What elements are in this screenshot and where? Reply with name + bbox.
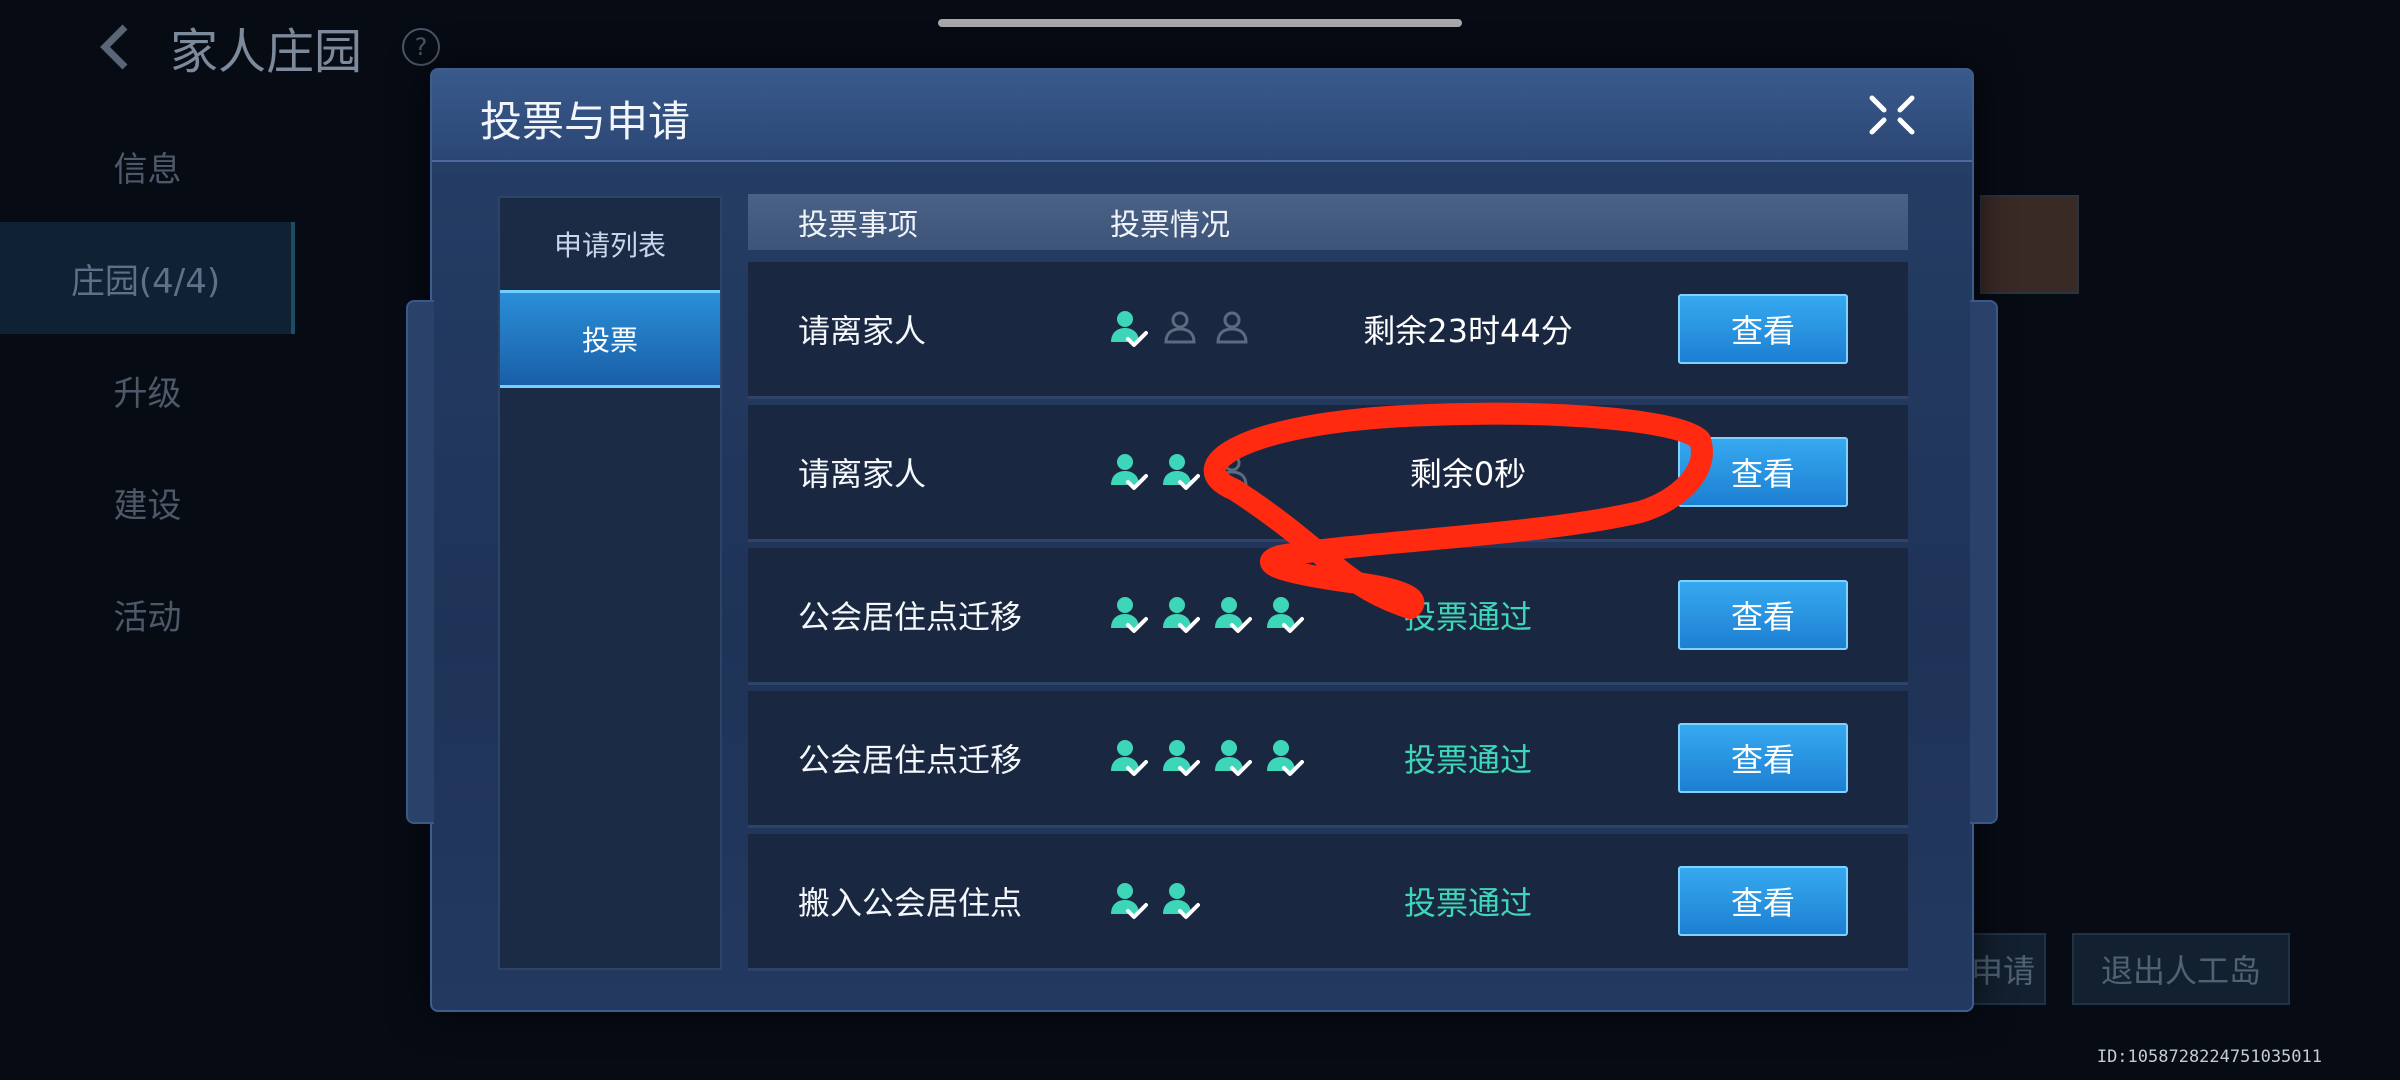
background-nav: 信息 庄园(4/4) 升级 建设 活动 [0, 110, 295, 670]
vote-status-icons [1108, 405, 1252, 539]
voted-person-icon [1212, 594, 1252, 636]
member-avatar [1980, 195, 2079, 294]
vote-rows: 请离家人 剩余23时44分 查看 请离家人 剩余0秒 查看 公会居住点迁移 投票通过 查看 公会居… [748, 262, 1908, 977]
nav-item-upgrade: 升级 [113, 373, 182, 414]
dialog-sidebar: 申请列表 投票 [498, 196, 722, 970]
home-indicator [938, 19, 1462, 27]
vote-item-title: 请离家人 [798, 455, 927, 493]
tab-vote[interactable]: 投票 [500, 290, 720, 388]
voted-person-icon [1160, 880, 1200, 922]
leave-island-button: 退出人工岛 [2072, 933, 2290, 1005]
vote-list: 投票事项 投票情况 请离家人 剩余23时44分 查看 请离家人 剩余0秒 查看 公会居住点迁… [748, 194, 1908, 1024]
nav-item-manor: 庄园(4/4) [0, 222, 295, 334]
vote-result-text: 投票通过 [1403, 884, 1532, 922]
dialog-header: 投票与申请 [432, 70, 1972, 162]
voted-person-icon [1264, 594, 1304, 636]
vote-apply-dialog: 投票与申请 申请列表 投票 投票事项 投票情况 请离家人 剩余23时44分 查看 请离… [406, 68, 1998, 1012]
view-button[interactable]: 查看 [1678, 437, 1848, 507]
voted-person-icon [1108, 737, 1148, 779]
voted-person-icon [1108, 594, 1148, 636]
vote-row: 搬入公会居住点 投票通过 查看 [748, 834, 1908, 971]
vote-result-text: 投票通过 [1403, 598, 1532, 636]
voted-person-icon [1160, 451, 1200, 493]
dialog-frame-left [406, 300, 434, 824]
vote-status-icons [1108, 834, 1200, 968]
view-button[interactable]: 查看 [1678, 294, 1848, 364]
column-item: 投票事项 [798, 208, 918, 243]
vote-item-title: 请离家人 [798, 312, 927, 350]
voted-person-icon [1160, 737, 1200, 779]
background-header: 家人庄园 ? [90, 12, 441, 82]
voted-person-icon [1108, 880, 1148, 922]
pending-person-icon [1212, 308, 1252, 350]
close-icon[interactable] [1862, 90, 1922, 140]
view-button[interactable]: 查看 [1678, 580, 1848, 650]
pending-person-icon [1212, 451, 1252, 493]
dialog-title: 投票与申请 [480, 97, 691, 146]
nav-item-build: 建设 [113, 485, 182, 526]
player-id: ID:1058728224751035011 [2096, 1047, 2322, 1067]
tab-application-list[interactable]: 申请列表 [500, 198, 720, 290]
help-icon: ? [402, 28, 441, 66]
voted-person-icon [1212, 737, 1252, 779]
voted-person-icon [1108, 451, 1148, 493]
vote-status-icons [1108, 691, 1304, 825]
vote-row: 公会居住点迁移 投票通过 查看 [748, 548, 1908, 685]
view-button[interactable]: 查看 [1678, 723, 1848, 793]
vote-status-icons [1108, 548, 1304, 682]
vote-item-title: 搬入公会居住点 [798, 884, 1023, 922]
vote-row: 请离家人 剩余23时44分 查看 [748, 262, 1908, 399]
vote-result-text: 投票通过 [1403, 741, 1532, 779]
column-header: 投票事项 投票情况 [748, 194, 1908, 250]
back-arrow-icon [90, 12, 140, 82]
column-status: 投票情况 [1110, 208, 1230, 243]
dialog-frame-right [1970, 300, 1998, 824]
background-title: 家人庄园 [170, 24, 363, 80]
voted-person-icon [1108, 308, 1148, 350]
vote-result-text: 剩余23时44分 [1363, 312, 1573, 350]
vote-row: 公会居住点迁移 投票通过 查看 [748, 691, 1908, 828]
vote-item-title: 公会居住点迁移 [798, 741, 1023, 779]
vote-status-icons [1108, 262, 1252, 396]
voted-person-icon [1160, 594, 1200, 636]
voted-person-icon [1264, 737, 1304, 779]
vote-result-text: 剩余0秒 [1409, 455, 1527, 493]
nav-item-activity: 活动 [113, 597, 182, 638]
vote-item-title: 公会居住点迁移 [798, 598, 1023, 636]
view-button[interactable]: 查看 [1678, 866, 1848, 936]
pending-person-icon [1160, 308, 1200, 350]
vote-row: 请离家人 剩余0秒 查看 [748, 405, 1908, 542]
nav-item-info: 信息 [113, 149, 182, 190]
